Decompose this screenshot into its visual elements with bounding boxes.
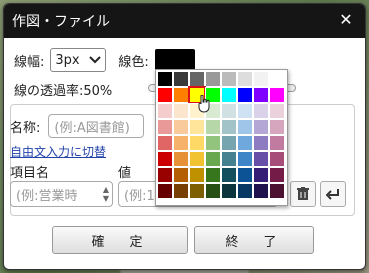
key-placeholder: (例:営業時 [16, 188, 78, 204]
palette-color-swatch[interactable] [221, 119, 237, 135]
palette-color-swatch[interactable] [157, 71, 173, 87]
palette-color-swatch[interactable] [269, 71, 285, 87]
palette-color-swatch[interactable] [189, 167, 205, 183]
line-color-swatch[interactable] [154, 49, 195, 71]
name-input[interactable]: (例:A図書館) [48, 114, 145, 138]
name-row: 名称: (例:A図書館) [10, 114, 145, 138]
confirm-button[interactable]: 確 定 [52, 226, 188, 254]
palette-color-swatch[interactable] [173, 135, 189, 151]
palette-color-swatch[interactable] [173, 151, 189, 167]
palette-color-swatch[interactable] [205, 151, 221, 167]
palette-color-swatch[interactable] [173, 71, 189, 87]
palette-color-swatch[interactable] [237, 87, 253, 103]
palette-color-swatch[interactable] [253, 135, 269, 151]
palette-color-swatch[interactable] [269, 103, 285, 119]
palette-color-swatch[interactable] [237, 167, 253, 183]
finish-button[interactable]: 終 了 [194, 226, 314, 254]
palette-color-swatch[interactable] [221, 103, 237, 119]
palette-color-swatch[interactable] [189, 135, 205, 151]
close-icon[interactable]: ✕ [337, 11, 355, 29]
palette-color-swatch[interactable] [173, 103, 189, 119]
palette-color-swatch[interactable] [173, 87, 189, 103]
palette-color-swatch[interactable] [221, 135, 237, 151]
line-width-value: 3px [55, 52, 80, 68]
palette-color-swatch[interactable] [269, 135, 285, 151]
palette-color-swatch[interactable] [253, 167, 269, 183]
palette-color-swatch[interactable] [269, 151, 285, 167]
palette-color-swatch[interactable] [237, 183, 253, 199]
palette-color-swatch[interactable] [189, 151, 205, 167]
palette-color-swatch[interactable] [253, 119, 269, 135]
mouse-pointer-icon [198, 95, 210, 113]
palette-color-swatch[interactable] [173, 119, 189, 135]
palette-color-swatch[interactable] [221, 87, 237, 103]
palette-color-swatch[interactable] [205, 71, 221, 87]
palette-color-swatch[interactable] [221, 183, 237, 199]
palette-color-swatch[interactable] [157, 119, 173, 135]
palette-color-swatch[interactable] [173, 183, 189, 199]
palette-color-swatch[interactable] [157, 151, 173, 167]
dialog-titlebar: 作図・ファイル ✕ [4, 4, 365, 38]
palette-color-swatch[interactable] [189, 71, 205, 87]
palette-color-swatch[interactable] [157, 183, 173, 199]
value-placeholder: (例:1 [124, 188, 155, 204]
value-column-header: 値 [118, 166, 132, 181]
palette-color-swatch[interactable] [253, 183, 269, 199]
palette-color-swatch[interactable] [157, 87, 173, 103]
trash-icon [297, 187, 309, 200]
palette-color-swatch[interactable] [157, 103, 173, 119]
palette-color-swatch[interactable] [173, 167, 189, 183]
palette-color-swatch[interactable] [205, 119, 221, 135]
key-input[interactable]: (例:営業時 ▲ ▼ [10, 181, 113, 207]
palette-color-swatch[interactable] [253, 71, 269, 87]
palette-color-swatch[interactable] [205, 167, 221, 183]
line-width-select[interactable]: 3px [50, 48, 107, 72]
name-placeholder: (例:A図書館) [54, 120, 130, 136]
line-width-label: 線幅: [14, 54, 45, 70]
line-color-label: 線色: [118, 54, 149, 70]
palette-color-swatch[interactable] [221, 71, 237, 87]
palette-color-swatch[interactable] [189, 183, 205, 199]
enter-row-button[interactable] [320, 181, 346, 207]
palette-color-swatch[interactable] [157, 167, 173, 183]
palette-color-swatch[interactable] [205, 135, 221, 151]
palette-color-swatch[interactable] [253, 151, 269, 167]
chevron-down-icon [89, 56, 102, 64]
palette-color-swatch[interactable] [237, 135, 253, 151]
key-stepper-icon[interactable]: ▲ ▼ [103, 185, 109, 203]
palette-color-swatch[interactable] [205, 183, 221, 199]
palette-color-swatch[interactable] [237, 103, 253, 119]
line-opacity-label: 線の透過率:50% [14, 84, 113, 99]
palette-color-swatch[interactable] [253, 87, 269, 103]
free-text-toggle-link[interactable]: 自由文入力に切替 [10, 143, 106, 160]
palette-color-swatch[interactable] [269, 167, 285, 183]
key-column-header: 項目名 [10, 166, 50, 181]
palette-color-swatch[interactable] [253, 103, 269, 119]
palette-color-swatch[interactable] [189, 119, 205, 135]
palette-color-swatch[interactable] [237, 119, 253, 135]
palette-color-swatch[interactable] [237, 151, 253, 167]
enter-icon [326, 189, 339, 200]
dialog-title: 作図・ファイル [12, 14, 110, 30]
palette-color-swatch[interactable] [269, 87, 285, 103]
palette-color-swatch[interactable] [221, 167, 237, 183]
name-label: 名称: [10, 120, 41, 136]
delete-row-button[interactable] [290, 181, 316, 207]
palette-color-swatch[interactable] [269, 119, 285, 135]
palette-color-swatch[interactable] [221, 151, 237, 167]
palette-color-swatch[interactable] [157, 135, 173, 151]
palette-color-swatch[interactable] [237, 71, 253, 87]
color-palette-popup [155, 69, 288, 206]
palette-color-swatch[interactable] [269, 183, 285, 199]
